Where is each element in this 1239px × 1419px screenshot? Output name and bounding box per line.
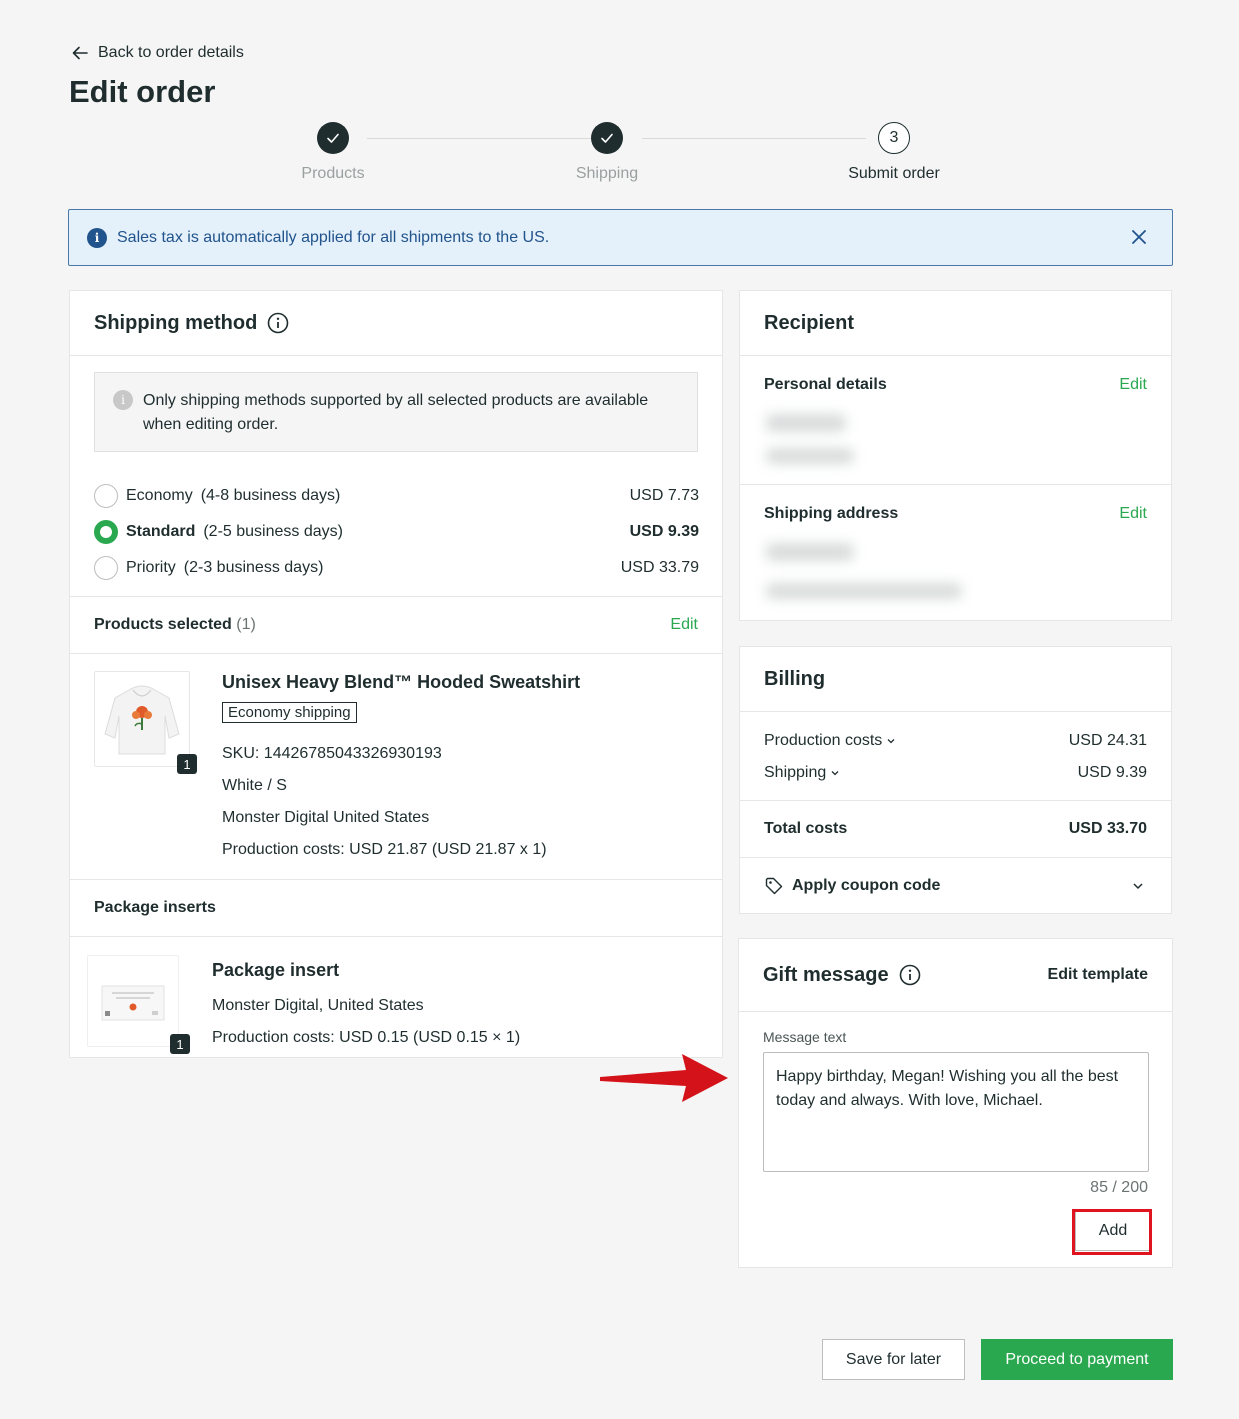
gift-message-textarea[interactable]	[763, 1052, 1149, 1172]
arrow-left-icon	[72, 46, 88, 60]
option-name: Economy	[126, 487, 193, 504]
coupon-label: Apply coupon code	[792, 877, 941, 894]
total-costs-row: Total costs USD 33.70	[764, 820, 1147, 838]
edit-personal-link[interactable]: Edit	[1119, 376, 1147, 394]
shipping-tag: Economy shipping	[222, 702, 357, 723]
products-selected-label: Products selected	[94, 616, 232, 633]
step-submit-order: 3 Submit order	[824, 122, 964, 183]
product-sku: SKU: 14426785043326930193	[222, 745, 442, 762]
page-title: Edit order	[69, 74, 216, 109]
personal-details-label: Personal details	[764, 376, 887, 393]
character-counter: 85 / 200	[1090, 1179, 1148, 1196]
info-outline-icon[interactable]	[267, 312, 289, 334]
product-cost: Production costs: USD 21.87 (USD 21.87 x…	[222, 841, 547, 858]
tag-icon	[765, 877, 783, 895]
close-icon[interactable]	[1128, 226, 1150, 248]
production-costs-value: USD 24.31	[1068, 732, 1147, 749]
chevron-down-icon	[1133, 883, 1143, 890]
shipping-option-economy[interactable]: Economy (4-8 business days) USD 7.73	[94, 484, 699, 508]
product-provider: Monster Digital United States	[222, 809, 430, 826]
product-item: 1 Unisex Heavy Blend™ Hooded Sweatshirt …	[70, 654, 722, 880]
shipping-address-label: Shipping address	[764, 505, 899, 522]
recipient-title: Recipient	[764, 311, 855, 334]
check-icon	[327, 133, 339, 143]
shipping-method-card: Shipping method i Only shipping methods …	[69, 290, 723, 1058]
step-products[interactable]: Products	[263, 122, 403, 183]
highlight-box	[1072, 1209, 1152, 1255]
step-label: Shipping	[575, 165, 639, 182]
insert-thumbnail: 1	[87, 955, 190, 1054]
notice-text: Only shipping methods supported by all s…	[143, 392, 649, 433]
back-label: Back to order details	[98, 44, 244, 61]
message-text-label: Message text	[763, 1029, 847, 1045]
chevron-down-icon	[887, 738, 895, 744]
total-costs-value: USD 33.70	[1068, 820, 1147, 837]
step-shipping[interactable]: Shipping	[537, 122, 677, 183]
step-number: 3	[878, 122, 910, 154]
shipping-option-standard[interactable]: Standard (2-5 business days) USD 9.39	[94, 520, 699, 544]
insert-provider: Monster Digital, United States	[212, 997, 424, 1014]
option-price: USD 7.73	[629, 487, 699, 504]
info-icon: i	[113, 390, 133, 410]
option-days: (4-8 business days)	[200, 487, 341, 504]
quantity-badge: 1	[170, 1034, 190, 1054]
billing-title: Billing	[764, 667, 826, 690]
option-price: USD 33.79	[620, 559, 699, 576]
radio-button[interactable]	[94, 556, 118, 580]
edit-address-link[interactable]: Edit	[1119, 505, 1147, 523]
recipient-card: Recipient Personal details Edit Shipping…	[739, 290, 1172, 621]
redacted-address-line	[766, 583, 962, 599]
shipping-method-title: Shipping method	[94, 311, 258, 334]
edit-products-link[interactable]: Edit	[670, 616, 698, 634]
info-icon: i	[87, 227, 107, 248]
sales-tax-banner: i Sales tax is automatically applied for…	[68, 209, 1173, 266]
info-outline-icon[interactable]	[899, 964, 921, 986]
radio-button-checked[interactable]	[94, 520, 118, 544]
package-inserts-label: Package inserts	[94, 899, 216, 916]
redacted-address-line	[766, 543, 854, 561]
shipping-option-priority[interactable]: Priority (2-3 business days) USD 33.79	[94, 556, 699, 580]
coupon-toggle[interactable]: Apply coupon code	[740, 858, 1171, 913]
production-costs-label: Production costs	[764, 732, 883, 749]
edit-template-link[interactable]: Edit template	[1048, 966, 1148, 984]
option-days: (2-5 business days)	[203, 523, 343, 540]
product-title: Unisex Heavy Blend™ Hooded Sweatshirt	[222, 672, 581, 692]
total-costs-label: Total costs	[764, 820, 848, 837]
billing-card: Billing Production costs USD 24.31 Shipp…	[739, 646, 1172, 914]
shipping-costs-row[interactable]: Shipping USD 9.39	[764, 764, 1147, 782]
gift-message-card: Gift message Edit template Message text …	[738, 938, 1173, 1268]
banner-text: Sales tax is automatically applied for a…	[117, 228, 550, 246]
insert-title: Package insert	[212, 960, 340, 980]
shipping-notice: i Only shipping methods supported by all…	[94, 372, 698, 452]
save-for-later-button[interactable]: Save for later	[822, 1339, 965, 1380]
shipping-costs-label: Shipping	[764, 764, 827, 781]
step-label: Products	[301, 165, 365, 182]
product-variant: White / S	[222, 777, 287, 794]
quantity-badge: 1	[177, 754, 197, 774]
redacted-name	[766, 414, 846, 432]
check-icon	[601, 133, 613, 143]
option-name: Standard	[126, 523, 196, 540]
order-stepper: Products Shipping 3 Submit order	[290, 122, 980, 187]
chevron-down-icon	[831, 770, 839, 776]
radio-button[interactable]	[94, 484, 118, 508]
red-arrow-annotation	[600, 1054, 728, 1102]
products-count: (1)	[236, 616, 256, 633]
back-to-order-link[interactable]: Back to order details	[70, 43, 244, 63]
gift-message-title: Gift message	[763, 963, 889, 986]
option-days: (2-3 business days)	[183, 559, 324, 576]
option-name: Priority	[126, 559, 176, 576]
step-label: Submit order	[848, 165, 940, 182]
hoodie-image	[104, 685, 180, 755]
insert-card-image	[101, 985, 165, 1021]
production-costs-row[interactable]: Production costs USD 24.31	[764, 732, 1147, 750]
product-thumbnail: 1	[94, 671, 197, 774]
proceed-to-payment-button[interactable]: Proceed to payment	[981, 1339, 1173, 1380]
insert-cost: Production costs: USD 0.15 (USD 0.15 × 1…	[212, 1029, 521, 1046]
redacted-email	[766, 448, 854, 464]
option-price: USD 9.39	[629, 523, 699, 540]
shipping-costs-value: USD 9.39	[1077, 764, 1147, 781]
